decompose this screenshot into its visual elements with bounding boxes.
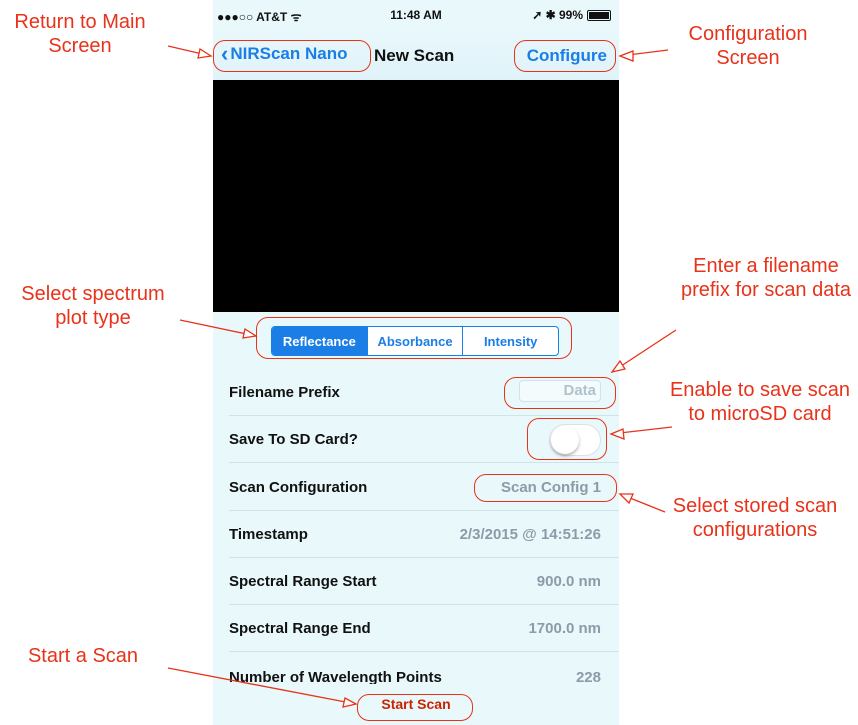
battery-percentage: ➚ ✱ 99% [532,8,583,22]
tab-absorbance[interactable]: Absorbance [366,327,463,355]
save-sd-row: Save To SD Card? [229,416,619,463]
annotation-start-scan: Start a Scan [27,645,139,667]
battery-icon [587,9,611,21]
page-title: New Scan [374,46,455,65]
filename-prefix-row: Filename Prefix Data [229,369,619,416]
range-start-row: Spectral Range Start 900.0 nm [229,558,619,605]
annotation-sd-card: Enable to save scan to microSD card [669,379,851,425]
annotation-filename: Enter a filename prefix for scan data [680,255,852,301]
start-scan-button[interactable]: Start Scan [213,696,619,712]
scan-config-label: Scan Configuration [229,479,368,496]
back-button[interactable]: ‹ NIRScan Nano [221,42,347,66]
timestamp-row: Timestamp 2/3/2015 @ 14:51:26 [229,511,619,558]
plot-type-selector: Reflectance Absorbance Intensity [271,326,559,356]
filename-prefix-input[interactable]: Data [519,380,601,402]
annotation-stored-configs: Select stored scan configurations [672,495,838,541]
annotation-configuration-screen: Configuration Screen [688,23,808,69]
phone-screen: ●●●○○ AT&T ᯤ 11:48 AM ➚ ✱ 99% ‹ NIRScan … [213,0,619,725]
toggle-knob [551,426,579,454]
tab-reflectance[interactable]: Reflectance [272,327,367,355]
range-start-value: 900.0 nm [536,573,601,590]
range-end-label: Spectral Range End [229,620,371,637]
range-end-row: Spectral Range End 1700.0 nm [229,605,619,652]
tab-intensity[interactable]: Intensity [462,327,558,355]
navigation-bar: ‹ NIRScan Nano New Scan Configure [213,26,619,80]
configure-button[interactable]: Configure [527,46,607,66]
annotation-plot-type: Select spectrum plot type [21,283,165,329]
chevron-left-icon: ‹ [221,41,229,66]
back-button-label: NIRScan Nano [230,44,348,63]
scan-config-row[interactable]: Scan Configuration Scan Config 1 [229,464,619,511]
scan-config-value[interactable]: Scan Config 1 [501,479,601,496]
annotation-return-to-main: Return to Main Screen [14,11,146,57]
status-bar: ●●●○○ AT&T ᯤ 11:48 AM ➚ ✱ 99% [213,0,619,26]
range-start-label: Spectral Range Start [229,573,377,590]
timestamp-value: 2/3/2015 @ 14:51:26 [459,526,601,543]
spectrum-plot-area [213,80,619,312]
timestamp-label: Timestamp [229,526,308,543]
save-sd-toggle[interactable] [549,424,601,456]
save-sd-label: Save To SD Card? [229,431,358,448]
range-end-value: 1700.0 nm [528,620,601,637]
filename-prefix-label: Filename Prefix [229,384,340,401]
wavelength-points-value: 228 [575,669,601,684]
wavelength-points-label: Number of Wavelength Points [229,669,442,684]
status-indicators: ➚ ✱ 99% [532,8,611,22]
wavelength-points-row: Number of Wavelength Points 228 [229,654,619,684]
